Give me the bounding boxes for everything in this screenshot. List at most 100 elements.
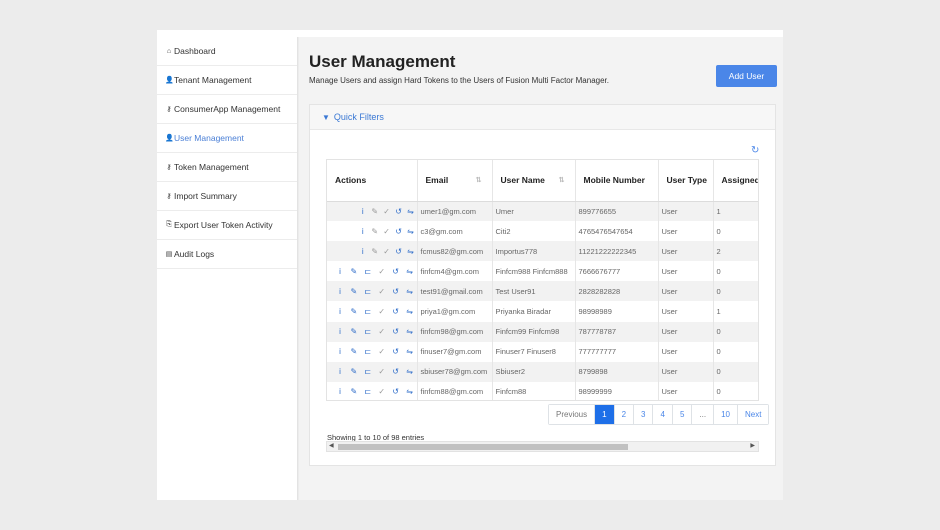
cell-name: Sbiuser2 <box>492 361 576 382</box>
refresh-icon[interactable]: ↻ <box>751 145 759 156</box>
info-icon[interactable]: i <box>333 287 347 296</box>
edit-icon[interactable]: ✎ <box>347 327 361 336</box>
page-button-3[interactable]: 3 <box>634 405 654 424</box>
unassign-icon[interactable]: ⇋ <box>403 347 416 356</box>
unassign-icon[interactable]: ⇋ <box>403 367 416 376</box>
assign-token-icon[interactable]: ⊏ <box>361 387 375 396</box>
scroll-left-icon[interactable]: ◀ <box>329 442 334 451</box>
unassign-icon[interactable]: ⇋ <box>405 247 416 256</box>
filter-icon: ▼ <box>322 112 330 122</box>
next-page-button[interactable]: Next <box>737 405 769 424</box>
approve-icon[interactable]: ✓ <box>375 287 389 296</box>
info-icon[interactable]: i <box>333 327 347 336</box>
sort-icon[interactable]: ⇅ <box>559 176 565 184</box>
assign-token-icon[interactable]: ⊏ <box>361 307 375 316</box>
approve-icon[interactable]: ✓ <box>375 307 389 316</box>
edit-icon[interactable]: ✎ <box>347 367 361 376</box>
assign-token-icon[interactable]: ⊏ <box>361 287 375 296</box>
info-icon[interactable]: i <box>333 307 347 316</box>
reset-icon[interactable]: ↺ <box>389 267 403 276</box>
approve-icon[interactable]: ✓ <box>381 247 393 256</box>
info-icon[interactable]: i <box>357 227 369 236</box>
edit-icon[interactable]: ✎ <box>347 267 361 276</box>
scrollbar-thumb[interactable] <box>338 444 628 450</box>
info-icon[interactable]: i <box>333 267 347 276</box>
sidebar-item-tenant-management[interactable]: 👤 Tenant Management <box>157 66 297 95</box>
edit-icon[interactable]: ✎ <box>369 207 381 216</box>
previous-page-button[interactable]: Previous <box>549 405 596 424</box>
approve-icon[interactable]: ✓ <box>375 367 389 376</box>
edit-icon[interactable]: ✎ <box>347 387 361 396</box>
cell-name: Finfcm988 Finfcm888 <box>492 261 576 282</box>
page-button-10[interactable]: 10 <box>714 405 738 424</box>
assign-token-icon[interactable]: ⊏ <box>361 367 375 376</box>
unassign-icon[interactable]: ⇋ <box>403 387 416 396</box>
cell-email: finuser7@gm.com <box>417 341 493 362</box>
unassign-icon[interactable]: ⇋ <box>403 287 416 296</box>
sidebar-item-export-user-token-activity[interactable]: ⎘ Export User Token Activity <box>157 211 297 240</box>
unassign-icon[interactable]: ⇋ <box>403 327 416 336</box>
unassign-icon[interactable]: ⇋ <box>403 307 416 316</box>
reset-icon[interactable]: ↺ <box>389 367 403 376</box>
table-row: i ✎ ⊏ ✓ ↺ ⇋ finfcm4@gm.com Finfcm988 Finfcm888 7… <box>327 261 758 282</box>
quick-filters-toggle[interactable]: ▼ Quick Filters <box>310 105 775 130</box>
sidebar-item-audit-logs[interactable]: ▤ Audit Logs <box>157 240 297 269</box>
approve-icon[interactable]: ✓ <box>381 227 393 236</box>
approve-icon[interactable]: ✓ <box>375 387 389 396</box>
horizontal-scrollbar[interactable]: ◀ ▶ <box>326 441 759 452</box>
unassign-icon[interactable]: ⇋ <box>405 227 416 236</box>
cell-assigned: 1 <box>713 201 758 222</box>
reset-icon[interactable]: ↺ <box>393 247 405 256</box>
edit-icon[interactable]: ✎ <box>369 247 381 256</box>
approve-icon[interactable]: ✓ <box>381 207 393 216</box>
approve-icon[interactable]: ✓ <box>375 327 389 336</box>
cell-assigned: 1 <box>713 301 758 322</box>
reset-icon[interactable]: ↺ <box>389 287 403 296</box>
info-icon[interactable]: i <box>333 387 347 396</box>
table-row: i✎i✎✓↺⇋umer1@gm.comUmer899776655User1 <box>327 201 758 222</box>
page-button-2[interactable]: 2 <box>614 405 635 424</box>
edit-icon[interactable]: ✎ <box>369 227 381 236</box>
assign-token-icon[interactable]: ⊏ <box>361 347 375 356</box>
reset-icon[interactable]: ↺ <box>389 387 403 396</box>
info-icon[interactable]: i <box>333 347 347 356</box>
approve-icon[interactable]: ✓ <box>375 347 389 356</box>
sidebar-item-dashboard[interactable]: ⌂ Dashboard <box>157 37 297 66</box>
sidebar-item-import-summary[interactable]: ⚷ Import Summary <box>157 182 297 211</box>
sidebar-item-label: Tenant Management <box>174 75 252 85</box>
reset-icon[interactable]: ↺ <box>389 307 403 316</box>
info-icon[interactable]: i <box>333 367 347 376</box>
sidebar-item-user-management[interactable]: 👤 User Management <box>157 124 297 153</box>
page-button-1[interactable]: 1 <box>595 405 615 424</box>
table-header-row: Actions Email ⇅ User Name ⇅ Mobile Number … <box>327 160 758 202</box>
reset-icon[interactable]: ↺ <box>389 347 403 356</box>
cell-type: User <box>658 221 714 242</box>
cell-email: finfcm98@gm.com <box>417 321 493 342</box>
sort-icon[interactable]: ⇅ <box>476 176 482 184</box>
sidebar-item-token-management[interactable]: ⚷ Token Management <box>157 153 297 182</box>
page-button-4[interactable]: 4 <box>653 405 673 424</box>
reset-icon[interactable]: ↺ <box>389 327 403 336</box>
info-icon[interactable]: i <box>357 247 369 256</box>
column-header-user-type: User Type <box>658 160 714 202</box>
approve-icon[interactable]: ✓ <box>375 267 389 276</box>
unassign-icon[interactable]: ⇋ <box>405 207 416 216</box>
users-card: ▼ Quick Filters ↻ Actions Email ⇅ User Na… <box>309 104 776 466</box>
edit-icon[interactable]: ✎ <box>347 287 361 296</box>
assign-token-icon[interactable]: ⊏ <box>361 327 375 336</box>
add-user-button[interactable]: Add User <box>716 65 777 87</box>
reset-icon[interactable]: ↺ <box>393 207 405 216</box>
edit-icon[interactable]: ✎ <box>347 307 361 316</box>
reset-icon[interactable]: ↺ <box>393 227 405 236</box>
assign-token-icon[interactable]: ⊏ <box>361 267 375 276</box>
page-button-5[interactable]: 5 <box>672 405 693 424</box>
info-icon[interactable]: i <box>357 207 369 216</box>
unassign-icon[interactable]: ⇋ <box>403 267 416 276</box>
column-header-email[interactable]: Email ⇅ <box>417 160 493 202</box>
scroll-right-icon[interactable]: ▶ <box>750 442 755 451</box>
cell-assigned: 0 <box>713 341 758 362</box>
column-header-user-name[interactable]: User Name ⇅ <box>492 160 576 202</box>
edit-icon[interactable]: ✎ <box>347 347 361 356</box>
table-row: i ✎ ⊏ ✓ ↺ ⇋ finuser7@gm.com Finuser7 Finuser8 77… <box>327 341 758 362</box>
sidebar-item-consumerapp-management[interactable]: ⚷ ConsumerApp Management <box>157 95 297 124</box>
